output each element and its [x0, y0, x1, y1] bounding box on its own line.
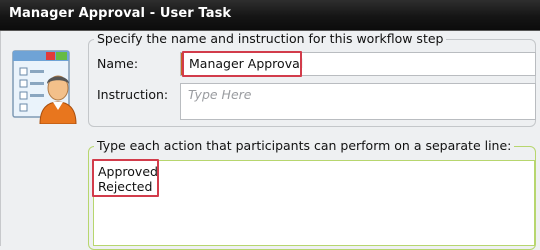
instruction-placeholder: Type Here [188, 87, 252, 102]
name-highlight [182, 51, 302, 77]
name-label: Name: [97, 56, 139, 71]
instruction-label: Instruction: [97, 87, 169, 102]
window-titlebar: Manager Approval - User Task [0, 0, 540, 31]
instruction-field[interactable]: Type Here [180, 83, 536, 120]
actions-textarea[interactable]: Approved Rejected [93, 160, 535, 246]
actions-highlight [92, 159, 159, 197]
step-details-legend: Specify the name and instruction for thi… [94, 31, 447, 46]
actions-legend: Type each action that participants can p… [94, 138, 515, 153]
window-title: Manager Approval - User Task [9, 6, 232, 21]
user-task-icon [12, 48, 78, 125]
